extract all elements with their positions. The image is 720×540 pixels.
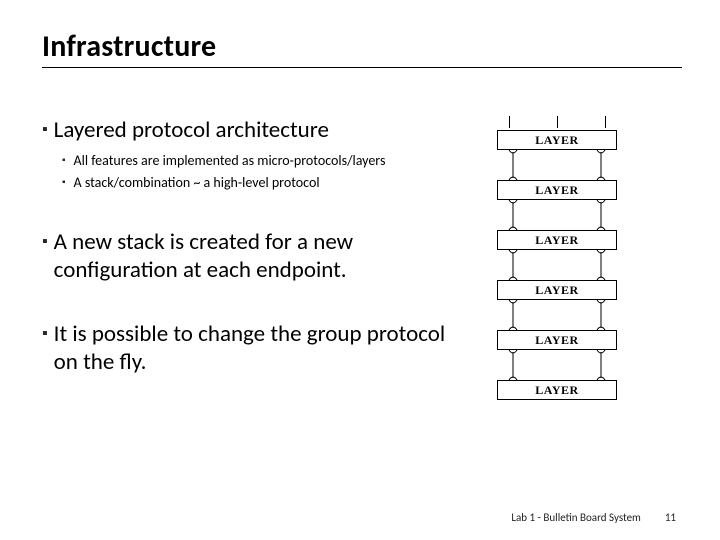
slide: Infrastructure ▪ Layered protocol archit… [0, 0, 720, 540]
bullet-text: It is possible to change the group proto… [54, 320, 462, 376]
layer-connector [507, 350, 607, 380]
page-number: 11 [665, 511, 676, 524]
bullet-icon: ▪ [42, 116, 48, 144]
bullet-icon: ▪ [62, 174, 66, 192]
bullet-icon: ▪ [62, 152, 66, 170]
bullet-text: All features are implemented as micro-pr… [74, 152, 386, 170]
layer-connector [507, 200, 607, 230]
layer-connector [507, 250, 607, 280]
bullet-text: Layered protocol architecture [54, 116, 329, 144]
layer-connector [507, 300, 607, 330]
list-item: ▪ A new stack is created for a new confi… [42, 228, 462, 284]
list-item: ▪ It is possible to change the group pro… [42, 320, 462, 376]
layer-box: LAYER [497, 180, 617, 200]
layer-box: LAYER [497, 130, 617, 150]
list-item: ▪ All features are implemented as micro-… [62, 152, 462, 170]
diagram-top-ticks [487, 116, 627, 130]
text-column: ▪ Layered protocol architecture ▪ All fe… [42, 116, 472, 412]
slide-footer: Lab 1 - Bulletin Board System 11 [511, 511, 676, 524]
layer-diagram: LAYER LAYER LAYER LAYER LAYER LAYER [472, 116, 642, 412]
bullet-icon: ▪ [42, 228, 48, 256]
footer-label: Lab 1 - Bulletin Board System [511, 511, 641, 524]
content: ▪ Layered protocol architecture ▪ All fe… [42, 116, 678, 412]
bullet-icon: ▪ [42, 320, 48, 348]
layer-box: LAYER [497, 380, 617, 400]
layer-box: LAYER [497, 280, 617, 300]
list-item: ▪ A stack/combination ~ a high-level pro… [62, 174, 462, 192]
layer-box: LAYER [497, 330, 617, 350]
slide-title: Infrastructure [42, 28, 678, 65]
title-underline [42, 67, 682, 68]
list-item: ▪ Layered protocol architecture ▪ All fe… [42, 116, 462, 192]
layer-box: LAYER [497, 230, 617, 250]
bullet-text: A stack/combination ~ a high-level proto… [74, 174, 320, 192]
bullet-list: ▪ Layered protocol architecture ▪ All fe… [42, 116, 462, 376]
bullet-text: A new stack is created for a new configu… [54, 228, 462, 284]
layer-connector [507, 150, 607, 180]
